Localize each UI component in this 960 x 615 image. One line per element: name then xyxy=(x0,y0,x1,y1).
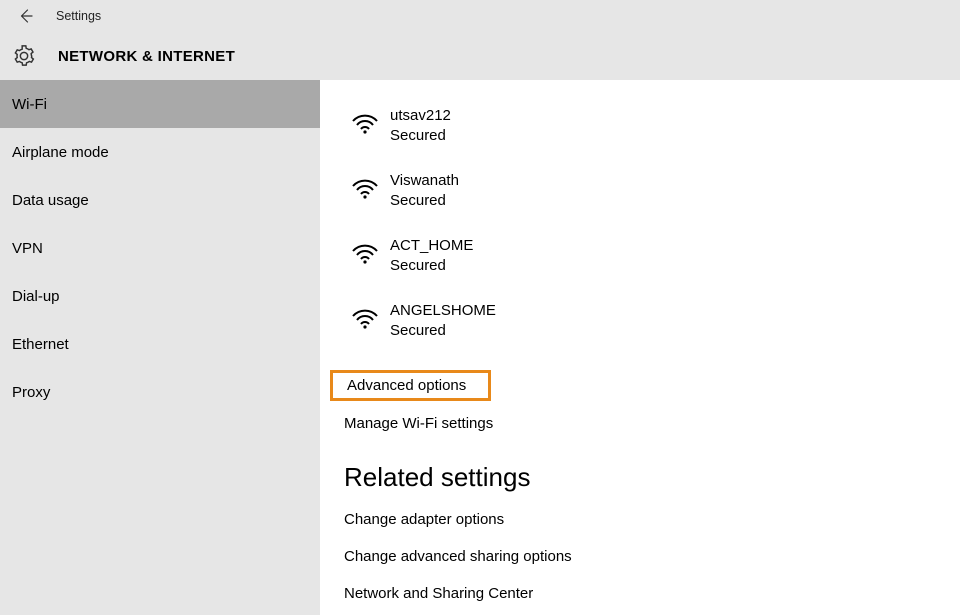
network-status: Secured xyxy=(390,256,473,276)
related-link-adapter[interactable]: Change adapter options xyxy=(344,501,960,538)
page-header: NETWORK & INTERNET xyxy=(0,32,960,80)
wifi-signal-icon xyxy=(348,110,382,138)
sidebar-item-proxy[interactable]: Proxy xyxy=(0,368,320,416)
wifi-network-list: utsav212 Secured Viswanath Secured ACT xyxy=(320,98,960,358)
network-status: Secured xyxy=(390,126,451,146)
back-button[interactable] xyxy=(14,4,38,28)
network-name: ANGELSHOME xyxy=(390,301,496,321)
window-title: Settings xyxy=(56,9,101,23)
page-title: NETWORK & INTERNET xyxy=(58,48,235,65)
manage-wifi-link[interactable]: Manage Wi-Fi settings xyxy=(344,405,960,442)
wifi-signal-icon xyxy=(348,240,382,268)
sidebar-item-wifi[interactable]: Wi-Fi xyxy=(0,80,320,128)
sidebar-item-vpn[interactable]: VPN xyxy=(0,224,320,272)
sidebar-item-label: Data usage xyxy=(12,192,89,209)
network-status: Secured xyxy=(390,321,496,341)
network-name: utsav212 xyxy=(390,106,451,126)
sidebar-item-label: Airplane mode xyxy=(12,144,109,161)
sidebar-item-label: VPN xyxy=(12,240,43,257)
advanced-options-link[interactable]: Advanced options xyxy=(347,377,466,394)
sidebar-item-label: Dial-up xyxy=(12,288,60,305)
wifi-network-item[interactable]: utsav212 Secured xyxy=(320,98,960,163)
wifi-signal-icon xyxy=(348,175,382,203)
related-settings-heading: Related settings xyxy=(320,442,960,501)
content-pane: utsav212 Secured Viswanath Secured ACT xyxy=(320,80,960,615)
gear-icon xyxy=(10,42,38,70)
wifi-network-item[interactable]: ANGELSHOME Secured xyxy=(320,293,960,358)
network-name: Viswanath xyxy=(390,171,459,191)
network-name: ACT_HOME xyxy=(390,236,473,256)
sidebar-item-label: Proxy xyxy=(12,384,50,401)
related-link-sharing-center[interactable]: Network and Sharing Center xyxy=(344,575,960,612)
sidebar-item-airplane[interactable]: Airplane mode xyxy=(0,128,320,176)
back-arrow-icon xyxy=(17,7,35,25)
sidebar-item-label: Wi-Fi xyxy=(12,96,47,113)
advanced-options-highlight: Advanced options xyxy=(330,370,491,401)
sidebar-item-dialup[interactable]: Dial-up xyxy=(0,272,320,320)
wifi-signal-icon xyxy=(348,305,382,333)
network-status: Secured xyxy=(390,191,459,211)
wifi-network-item[interactable]: Viswanath Secured xyxy=(320,163,960,228)
wifi-network-item[interactable]: ACT_HOME Secured xyxy=(320,228,960,293)
sidebar-item-data-usage[interactable]: Data usage xyxy=(0,176,320,224)
related-settings-list: Change adapter options Change advanced s… xyxy=(320,501,960,612)
sidebar-item-label: Ethernet xyxy=(12,336,69,353)
title-bar: Settings xyxy=(0,0,960,32)
related-link-sharing[interactable]: Change advanced sharing options xyxy=(344,538,960,575)
sidebar: Wi-Fi Airplane mode Data usage VPN Dial-… xyxy=(0,80,320,615)
sidebar-item-ethernet[interactable]: Ethernet xyxy=(0,320,320,368)
